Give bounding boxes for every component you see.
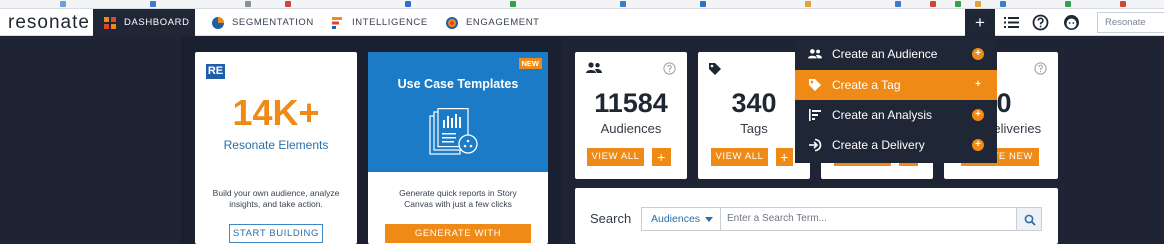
user-avatar-icon[interactable] — [1063, 14, 1080, 31]
tab-engagement-label: ENGAGEMENT — [466, 17, 540, 28]
bookmark-icon[interactable] — [245, 1, 251, 7]
menu-item-create-analysis[interactable]: Create an Analysis + — [795, 100, 997, 130]
segmentation-icon — [212, 16, 224, 29]
search-term-input[interactable]: Enter a Search Term... — [720, 207, 1017, 231]
people-icon — [808, 49, 822, 59]
bookmark-icon[interactable] — [405, 1, 411, 7]
tab-segmentation[interactable]: SEGMENTATION — [212, 9, 314, 36]
help-circle-icon[interactable] — [663, 62, 676, 75]
people-icon — [586, 62, 602, 73]
tags-add-button[interactable]: + — [776, 148, 793, 166]
stat-card-audiences: 11584 Audiences VIEW ALL + — [575, 52, 687, 179]
audiences-add-button[interactable]: + — [652, 148, 671, 166]
elements-title[interactable]: Resonate Elements — [195, 138, 357, 152]
intelligence-icon — [332, 16, 342, 29]
list-icon[interactable] — [1003, 14, 1020, 31]
tags-view-all-button[interactable]: VIEW ALL — [711, 148, 768, 166]
search-label: Search — [590, 211, 632, 226]
chevron-down-icon — [705, 217, 713, 222]
add-icon: + — [972, 139, 984, 151]
search-card: Search Audiences Enter a Search Term... — [575, 188, 1058, 244]
tags-count: 340 — [731, 88, 777, 118]
report-template-icon — [429, 108, 478, 155]
create-new-button[interactable]: + — [965, 9, 995, 36]
stat-card-tags: 340 Tags VIEW ALL + — [698, 52, 810, 179]
tab-segmentation-label: SEGMENTATION — [232, 17, 314, 28]
bookmark-icon[interactable] — [700, 1, 706, 7]
analysis-icon — [809, 109, 821, 121]
add-icon: + — [972, 109, 984, 121]
start-building-button[interactable]: START BUILDING — [229, 224, 323, 243]
templates-hero[interactable]: NEW Use Case Templates — [368, 52, 548, 172]
menu-item-label: Create an Analysis — [832, 108, 933, 122]
menu-item-create-audience[interactable]: Create an Audience + — [795, 39, 997, 69]
search-icon — [1024, 214, 1036, 226]
templates-title: Use Case Templates — [397, 77, 519, 91]
menu-item-create-delivery[interactable]: Create a Delivery + — [795, 130, 997, 160]
browser-bookmark-strip — [0, 0, 1164, 9]
resonate-logo[interactable]: resonate — [8, 12, 90, 34]
re-badge: RE — [206, 64, 225, 79]
bookmark-icon[interactable] — [805, 1, 811, 7]
create-menu: Create an Audience + Create a Tag + Crea… — [795, 38, 997, 163]
bookmark-icon[interactable] — [60, 1, 66, 7]
bookmark-icon[interactable] — [285, 1, 291, 7]
bookmark-icon[interactable] — [895, 1, 901, 7]
menu-item-label: Create an Audience — [832, 47, 938, 61]
templates-description: Generate quick reports in Story Canvas w… — [399, 188, 517, 209]
bookmark-icon[interactable] — [150, 1, 156, 7]
dashboard-icon — [104, 16, 116, 29]
tags-label: Tags — [740, 121, 768, 136]
search-submit-button[interactable] — [1016, 207, 1042, 231]
tab-dashboard[interactable]: DASHBOARD — [93, 9, 195, 36]
tag-icon — [709, 63, 721, 75]
bookmark-icon[interactable] — [930, 1, 936, 7]
new-badge: NEW — [518, 58, 542, 69]
engagement-icon — [446, 16, 458, 29]
bookmark-icon[interactable] — [510, 1, 516, 7]
menu-item-label: Create a Delivery — [832, 138, 925, 152]
help-circle-icon[interactable] — [1034, 62, 1047, 75]
tag-icon — [809, 79, 821, 91]
delivery-icon — [809, 138, 822, 152]
search-scope-dropdown[interactable]: Audiences — [641, 207, 720, 231]
bookmark-icon[interactable] — [1120, 1, 1126, 7]
audiences-label: Audiences — [600, 121, 662, 136]
tab-dashboard-label: DASHBOARD — [124, 17, 190, 28]
use-case-templates-card: NEW Use Case Templates Generate quick re… — [368, 52, 548, 244]
help-icon[interactable] — [1032, 14, 1049, 31]
elements-description: Build your own audience, analyze insight… — [212, 188, 340, 209]
resonate-elements-card: RE 14K+ Resonate Elements Build your own… — [195, 52, 357, 244]
menu-item-create-tag[interactable]: Create a Tag + — [795, 70, 997, 100]
tab-intelligence[interactable]: INTELLIGENCE — [332, 9, 428, 36]
elements-count: 14K+ — [232, 92, 320, 133]
global-search-input[interactable]: Resonate — [1097, 12, 1164, 33]
bookmark-icon[interactable] — [1000, 1, 1006, 7]
audiences-count: 11584 — [594, 88, 668, 118]
bookmark-icon[interactable] — [620, 1, 626, 7]
tab-engagement[interactable]: ENGAGEMENT — [446, 9, 540, 36]
top-navigation: resonate DASHBOARD SEGMENTATION INTELLIG… — [0, 9, 1164, 36]
search-scope-value: Audiences — [651, 213, 701, 225]
menu-item-label: Create a Tag — [832, 78, 901, 92]
bookmark-icon[interactable] — [975, 1, 981, 7]
tab-intelligence-label: INTELLIGENCE — [352, 17, 428, 28]
bookmark-icon[interactable] — [955, 1, 961, 7]
add-icon: + — [972, 48, 984, 60]
audiences-view-all-button[interactable]: VIEW ALL — [587, 148, 644, 166]
bookmark-icon[interactable] — [1065, 1, 1071, 7]
generate-with-templates-button[interactable]: GENERATE WITH TEMPLATES — [385, 224, 531, 243]
add-icon: + — [975, 79, 981, 90]
